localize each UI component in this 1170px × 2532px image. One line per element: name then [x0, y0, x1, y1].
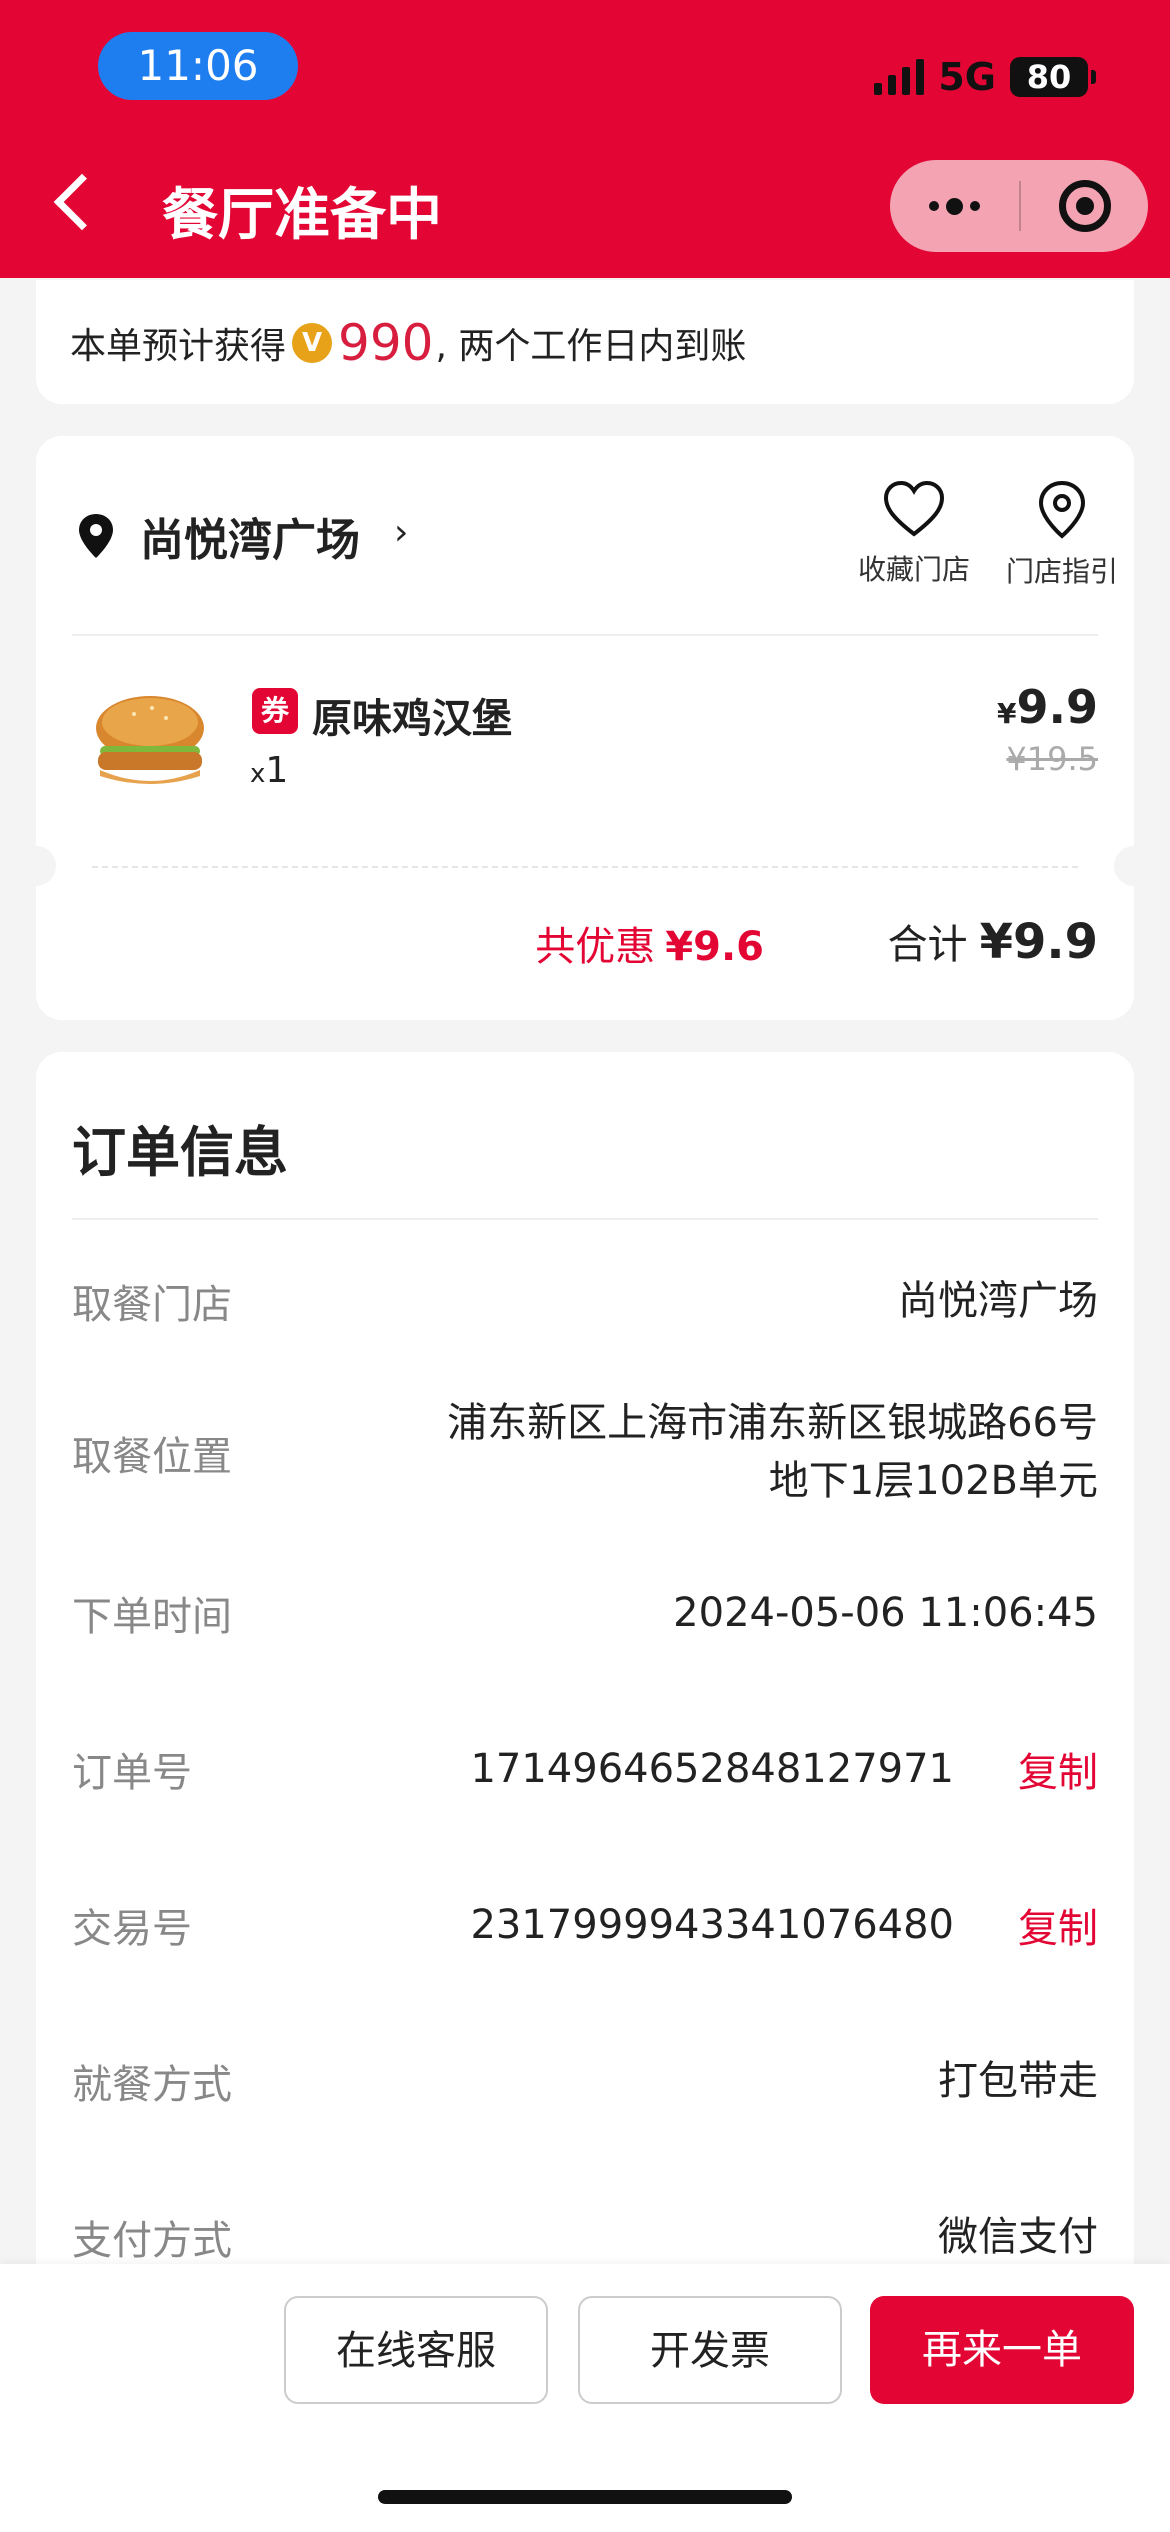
status-time: 11:06: [98, 32, 298, 100]
order-summary-card: 尚悦湾广场 › 收藏门店 门店指引 券 原味鸡汉堡 x1 ¥9.9 ¥19.5 …: [16, 436, 1154, 1020]
page-title: 餐厅准备中: [162, 183, 442, 248]
back-arrow-icon[interactable]: [53, 173, 111, 231]
info-value: 2024-05-06 11:06:45: [673, 1590, 1098, 1636]
discount-label: 共优惠: [535, 924, 656, 970]
info-value: 打包带走: [938, 2058, 1098, 2104]
info-label: 支付方式: [72, 2218, 232, 2264]
points-card: 本单预计获得 V 990 , 两个工作日内到账: [36, 280, 1134, 404]
favorite-store-button[interactable]: 收藏门店: [844, 480, 984, 588]
network-type: 5G: [938, 55, 996, 99]
info-label: 订单号: [72, 1750, 192, 1796]
original-price: ¥19.5: [1006, 740, 1098, 778]
status-indicators: 5G 80: [874, 52, 1096, 102]
qty-prefix: x: [250, 759, 266, 789]
mini-program-capsule: [890, 160, 1148, 252]
total-summary: 合计 ¥9.9: [888, 912, 1098, 970]
location-outline-icon: [1038, 480, 1086, 539]
chevron-right-icon[interactable]: ›: [394, 512, 408, 553]
store-guide-button[interactable]: 门店指引: [992, 480, 1132, 590]
info-value: 2317999943341076480: [470, 1902, 954, 1948]
points-amount: 990: [338, 314, 434, 372]
copy-transaction-number-button[interactable]: 复制: [1018, 1896, 1098, 1954]
info-label: 交易号: [72, 1906, 192, 1952]
dashed-divider: [92, 866, 1078, 868]
discount-value: ¥9.6: [665, 924, 764, 970]
points-suffix: , 两个工作日内到账: [435, 326, 747, 367]
location-line-2: 地下1层102B单元: [768, 1458, 1098, 1504]
qty-value: 1: [265, 750, 289, 791]
battery-icon: 80: [1010, 57, 1096, 97]
location-line-1: 浦东新区上海市浦东新区银城路66号: [447, 1400, 1098, 1446]
divider: [72, 634, 1098, 636]
burger-image: [96, 696, 204, 784]
ticket-notch: [16, 846, 56, 886]
ticket-notch: [1114, 846, 1154, 886]
bottom-action-bar: 在线客服 开发票 再来一单: [0, 2264, 1170, 2532]
store-guide-label: 门店指引: [1005, 555, 1118, 588]
nav-bar: 餐厅准备中: [0, 160, 1170, 252]
divider: [72, 1218, 1098, 1220]
order-info-card: 订单信息 取餐门店 尚悦湾广场 取餐位置 浦东新区上海市浦东新区银城路66号 地…: [36, 1052, 1134, 2352]
heart-icon: [883, 480, 945, 537]
info-label: 取餐位置: [72, 1434, 232, 1480]
customer-service-button[interactable]: 在线客服: [284, 2296, 548, 2404]
close-target-icon[interactable]: [1021, 160, 1148, 252]
info-label: 下单时间: [72, 1594, 232, 1640]
price-value: 9.9: [1016, 680, 1099, 734]
info-label: 就餐方式: [72, 2062, 232, 2108]
product-quantity: x1: [250, 750, 288, 791]
discount-summary: 共优惠 ¥9.6: [535, 914, 764, 972]
home-indicator: [378, 2490, 792, 2504]
app-header: 11:06 5G 80 餐厅准备中: [0, 0, 1170, 278]
more-menu-icon[interactable]: [890, 160, 1019, 252]
product-name: 原味鸡汉堡: [312, 696, 512, 742]
total-value: ¥9.9: [979, 914, 1098, 970]
points-info: 本单预计获得 V 990 , 两个工作日内到账: [70, 314, 746, 372]
store-name[interactable]: 尚悦湾广场: [140, 504, 360, 568]
points-prefix: 本单预计获得: [70, 326, 287, 367]
info-value: 微信支付: [938, 2214, 1098, 2260]
reorder-button[interactable]: 再来一单: [870, 2296, 1134, 2404]
copy-order-number-button[interactable]: 复制: [1018, 1740, 1098, 1798]
info-value: 尚悦湾广场: [898, 1278, 1098, 1324]
favorite-store-label: 收藏门店: [857, 553, 970, 586]
signal-icon: [874, 59, 925, 95]
coupon-badge: 券: [252, 688, 298, 734]
info-value: 1714964652848127971: [470, 1746, 954, 1792]
product-price: ¥9.9: [997, 680, 1098, 734]
order-info-title: 订单信息: [72, 1121, 288, 1184]
currency-symbol: ¥: [997, 697, 1017, 730]
info-value: 浦东新区上海市浦东新区银城路66号 地下1层102B单元: [447, 1394, 1098, 1510]
info-label: 取餐门店: [72, 1282, 232, 1328]
total-label: 合计: [887, 922, 968, 968]
invoice-button[interactable]: 开发票: [578, 2296, 842, 2404]
coin-icon: V: [292, 323, 333, 363]
location-pin-icon: [79, 514, 113, 558]
